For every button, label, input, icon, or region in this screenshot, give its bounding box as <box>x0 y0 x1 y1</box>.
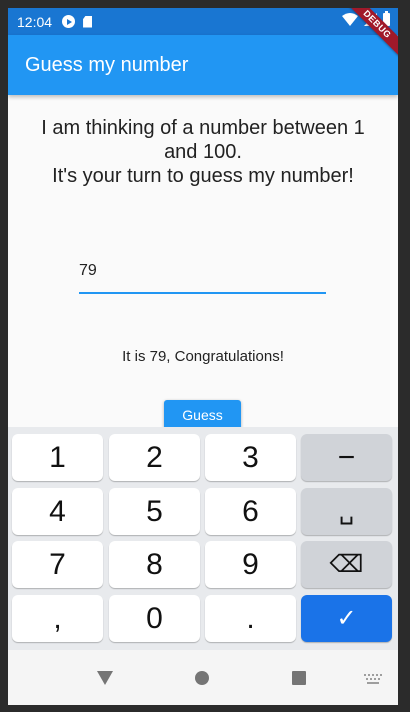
prompt-line-2: and 100. <box>164 141 242 163</box>
status-time: 12:04 <box>17 13 53 30</box>
prompt-text: I am thinking of a number between 1 and … <box>8 116 398 188</box>
done-key[interactable]: ✓ <box>301 595 392 642</box>
app-title: Guess my number <box>25 53 189 76</box>
guess-button[interactable]: Guess <box>164 400 241 430</box>
key-5[interactable]: 5 <box>109 488 200 535</box>
key-3[interactable]: 3 <box>205 434 296 481</box>
key-minus[interactable]: − <box>301 434 392 481</box>
sd-card-icon <box>83 15 93 28</box>
key-0[interactable]: 0 <box>109 595 200 642</box>
key-8[interactable]: 8 <box>109 541 200 588</box>
recents-icon[interactable] <box>292 671 306 685</box>
app-bar: Guess my number <box>8 35 398 95</box>
home-icon[interactable] <box>195 671 209 685</box>
status-bar: 12:04 <box>8 8 398 35</box>
wifi-icon <box>342 13 358 26</box>
keyboard-switch-icon[interactable] <box>364 674 382 684</box>
key-9[interactable]: 9 <box>205 541 296 588</box>
prompt-line-1: I am thinking of a number between 1 <box>41 117 365 139</box>
play-icon <box>62 15 76 28</box>
prompt-line-3: It's your turn to guess my number! <box>52 165 354 187</box>
key-period[interactable]: . <box>205 595 296 642</box>
key-7[interactable]: 7 <box>12 541 103 588</box>
key-2[interactable]: 2 <box>109 434 200 481</box>
key-comma[interactable]: , <box>12 595 103 642</box>
key-4[interactable]: 4 <box>12 488 103 535</box>
guess-input[interactable] <box>79 256 326 286</box>
backspace-key[interactable]: ⌫ <box>301 541 392 588</box>
phone-screen: 12:04 DEBUG Guess my number I am thinkin… <box>8 8 398 705</box>
guess-input-container <box>79 256 326 296</box>
key-6[interactable]: 6 <box>205 488 296 535</box>
back-icon[interactable] <box>97 671 113 685</box>
result-text: It is 79, Congratulations! <box>122 348 284 365</box>
nav-bar <box>8 650 398 705</box>
input-underline <box>79 292 326 294</box>
numeric-keyboard: 1 2 3 − 4 5 6 ␣ 7 8 9 ⌫ , 0 . ✓ <box>8 427 398 650</box>
key-1[interactable]: 1 <box>12 434 103 481</box>
space-key[interactable]: ␣ <box>301 488 392 535</box>
